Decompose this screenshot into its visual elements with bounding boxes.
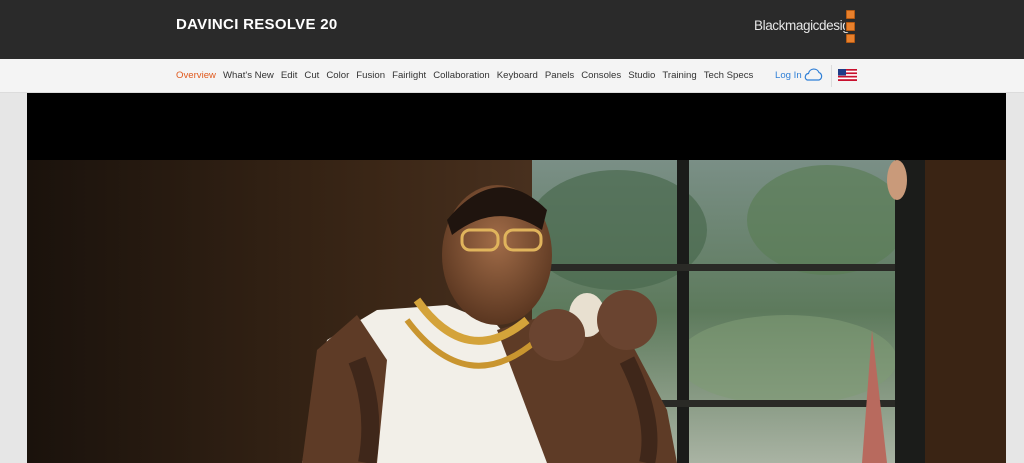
nav-divider bbox=[831, 65, 832, 87]
nav-item-training[interactable]: Training bbox=[662, 70, 696, 81]
cloud-icon[interactable] bbox=[802, 68, 824, 82]
nav-item-tech-specs[interactable]: Tech Specs bbox=[704, 70, 754, 81]
nav-item-keyboard[interactable]: Keyboard bbox=[497, 70, 538, 81]
nav-item-collaboration[interactable]: Collaboration bbox=[433, 70, 490, 81]
blackmagic-logo-icon[interactable] bbox=[845, 9, 857, 46]
nav-items: Overview What's New Edit Cut Color Fusio… bbox=[176, 70, 753, 81]
login-link[interactable]: Log In bbox=[775, 70, 802, 81]
hero-video-frame bbox=[27, 160, 1006, 463]
nav-item-fusion[interactable]: Fusion bbox=[356, 70, 385, 81]
main-navigation: Overview What's New Edit Cut Color Fusio… bbox=[0, 59, 1024, 93]
nav-item-fairlight[interactable]: Fairlight bbox=[392, 70, 426, 81]
hero-video[interactable] bbox=[27, 93, 1006, 463]
us-flag-icon[interactable] bbox=[838, 69, 857, 81]
nav-item-color[interactable]: Color bbox=[326, 70, 349, 81]
nav-item-overview[interactable]: Overview bbox=[176, 70, 216, 81]
brand-name[interactable]: Blackmagicdesign bbox=[754, 18, 857, 33]
nav-item-whats-new[interactable]: What's New bbox=[223, 70, 274, 81]
product-title[interactable]: DAVINCI RESOLVE 20 bbox=[176, 16, 338, 33]
nav-item-studio[interactable]: Studio bbox=[628, 70, 655, 81]
top-header: DAVINCI RESOLVE 20 Blackmagicdesign bbox=[0, 0, 1024, 59]
nav-item-panels[interactable]: Panels bbox=[545, 70, 574, 81]
nav-item-cut[interactable]: Cut bbox=[304, 70, 319, 81]
nav-item-edit[interactable]: Edit bbox=[281, 70, 298, 81]
nav-item-consoles[interactable]: Consoles bbox=[581, 70, 621, 81]
